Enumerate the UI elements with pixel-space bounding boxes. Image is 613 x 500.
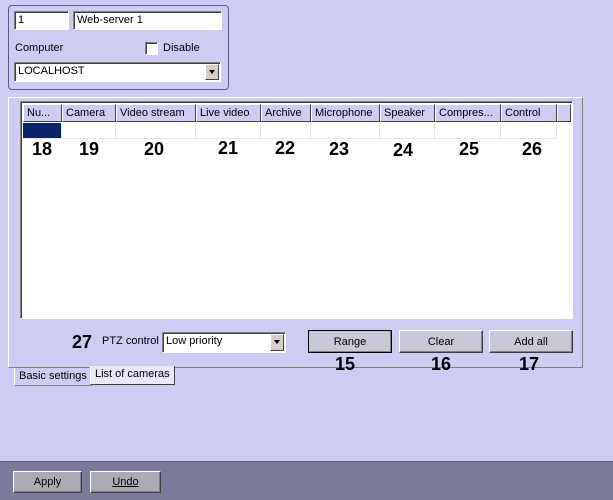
column-filler bbox=[557, 104, 571, 122]
computer-label: Computer bbox=[15, 42, 64, 54]
annotation-speaker-col: 24 bbox=[393, 140, 414, 160]
table-cell[interactable] bbox=[116, 123, 196, 139]
server-id-field[interactable]: 1 bbox=[14, 11, 69, 30]
column-live-video[interactable]: Live video bbox=[196, 104, 261, 122]
annotation-microphone-col: 23 bbox=[329, 139, 350, 159]
annotation-add-all: 17 bbox=[519, 354, 540, 374]
annotation-clear: 16 bbox=[431, 354, 452, 374]
column-speaker[interactable]: Speaker bbox=[380, 104, 435, 122]
annotation-range: 15 bbox=[335, 354, 356, 374]
column-microphone[interactable]: Microphone bbox=[311, 104, 380, 122]
annotation-compression-col: 25 bbox=[459, 139, 480, 159]
annotation-control-col: 26 bbox=[522, 139, 543, 159]
apply-button[interactable]: Apply bbox=[13, 471, 82, 493]
table-cell[interactable] bbox=[311, 123, 380, 139]
server-name-field[interactable]: Web-server 1 bbox=[73, 11, 222, 30]
column-number[interactable]: Nu... bbox=[23, 104, 62, 122]
disable-label: Disable bbox=[163, 42, 200, 54]
add-all-button[interactable]: Add all bbox=[489, 330, 573, 353]
chevron-down-icon[interactable] bbox=[205, 64, 219, 80]
annotation-number-col: 18 bbox=[32, 139, 53, 159]
ptz-control-label: PTZ control bbox=[102, 335, 159, 347]
undo-button-label: Undo bbox=[112, 476, 139, 488]
annotation-camera-col: 19 bbox=[79, 139, 100, 159]
table-cell[interactable] bbox=[380, 123, 435, 139]
table-row[interactable] bbox=[23, 123, 557, 139]
camera-table-header: Nu... Camera Video stream Live video Arc… bbox=[23, 104, 571, 122]
annotation-ptz: 27 bbox=[72, 332, 93, 352]
range-button[interactable]: Range bbox=[308, 330, 392, 353]
camera-table[interactable]: Nu... Camera Video stream Live video Arc… bbox=[20, 101, 573, 319]
tab-list-of-cameras[interactable]: List of cameras bbox=[90, 366, 175, 385]
table-cell[interactable] bbox=[62, 123, 116, 139]
footer-bar: Apply Undo bbox=[0, 461, 613, 500]
clear-button[interactable]: Clear bbox=[399, 330, 483, 353]
ptz-control-select[interactable]: Low priority bbox=[162, 332, 286, 353]
server-settings-group: 1 Web-server 1 Computer Disable LOCALHOS… bbox=[8, 5, 229, 90]
computer-select-value: LOCALHOST bbox=[18, 65, 85, 77]
table-cell-selected[interactable] bbox=[23, 123, 62, 139]
table-cell[interactable] bbox=[261, 123, 311, 139]
computer-select[interactable]: LOCALHOST bbox=[14, 62, 221, 82]
annotation-video-stream-col: 20 bbox=[144, 139, 165, 159]
undo-button[interactable]: Undo bbox=[90, 471, 161, 493]
ptz-control-value: Low priority bbox=[166, 335, 223, 347]
disable-checkbox[interactable] bbox=[145, 42, 158, 55]
table-cell[interactable] bbox=[501, 123, 557, 139]
annotation-live-video-col: 21 bbox=[218, 138, 239, 158]
table-cell[interactable] bbox=[435, 123, 501, 139]
tab-basic-settings[interactable]: Basic settings bbox=[14, 368, 92, 386]
annotation-archive-col: 22 bbox=[275, 138, 296, 158]
chevron-down-icon[interactable] bbox=[270, 334, 284, 351]
column-archive[interactable]: Archive bbox=[261, 104, 311, 122]
column-compression[interactable]: Compres... bbox=[435, 104, 501, 122]
column-video-stream[interactable]: Video stream bbox=[116, 104, 196, 122]
column-camera[interactable]: Camera bbox=[62, 104, 116, 122]
column-control[interactable]: Control bbox=[501, 104, 557, 122]
table-cell[interactable] bbox=[196, 123, 261, 139]
